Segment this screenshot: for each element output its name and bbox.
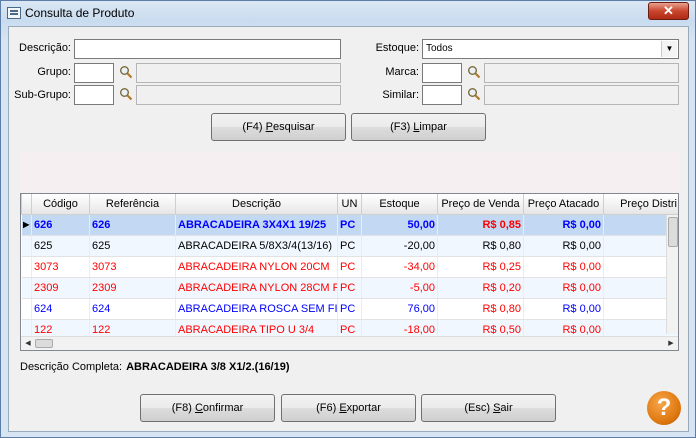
cell-preco-atacado: R$ 0,00 — [523, 298, 604, 320]
column-header-referencia[interactable]: Referência — [89, 194, 176, 215]
title-bar[interactable]: Consulta de Produto ✕ — [1, 1, 695, 25]
column-header-estoque[interactable]: Estoque — [361, 194, 438, 215]
cell-preco-atacado: R$ 0,00 — [523, 256, 604, 278]
cell-codigo: 626 — [31, 214, 90, 236]
scroll-right-icon[interactable]: ▶ — [665, 337, 677, 350]
estoque-select-value: Todos — [426, 43, 453, 54]
help-icon[interactable]: ? — [647, 391, 681, 425]
cell-estoque: -34,00 — [361, 256, 438, 278]
cell-referencia: 625 — [89, 235, 176, 257]
grupo-description-field — [136, 63, 341, 83]
cell-preco-atacado: R$ 0,00 — [523, 277, 604, 299]
cell-referencia: 2309 — [89, 277, 176, 299]
table-row[interactable]: 3073 3073 ABRACADEIRA NYLON 20CM PC -34,… — [21, 256, 678, 278]
row-indicator-icon: ▶ — [21, 214, 32, 236]
cell-un: PC — [337, 235, 362, 257]
cell-preco-atacado: R$ 0,00 — [523, 235, 604, 257]
cell-un: PC — [337, 214, 362, 236]
subgrupo-label: Sub-Grupo: — [14, 89, 71, 101]
cell-un: PC — [337, 256, 362, 278]
similar-description-field — [484, 85, 679, 105]
cell-un: PC — [337, 277, 362, 299]
descricao-input[interactable] — [74, 39, 341, 59]
column-header-preco-atacado[interactable]: Preço Atacado — [523, 194, 604, 215]
close-button[interactable]: ✕ — [648, 2, 689, 20]
window-title: Consulta de Produto — [25, 6, 135, 20]
vertical-scrollbar[interactable] — [666, 215, 678, 334]
product-grid[interactable]: Código Referência Descrição UN Estoque P… — [20, 193, 679, 351]
cell-estoque: -5,00 — [361, 277, 438, 299]
similar-code-input[interactable] — [422, 85, 462, 105]
cell-preco-venda: R$ 0,25 — [437, 256, 524, 278]
exportar-button[interactable]: (F6) Exportar — [281, 394, 416, 422]
cell-codigo: 625 — [31, 235, 90, 257]
cell-referencia: 3073 — [89, 256, 176, 278]
descricao-label: Descrição: — [19, 42, 71, 54]
estoque-label: Estoque: — [375, 42, 419, 54]
sair-button[interactable]: (Esc) Sair — [421, 394, 556, 422]
cell-codigo: 2309 — [31, 277, 90, 299]
column-header-preco-distri[interactable]: Preço Distri — [603, 194, 678, 215]
cell-preco-atacado: R$ 0,00 — [523, 214, 604, 236]
table-row[interactable]: 2309 2309 ABRACADEIRA NYLON 28CM PRETA P… — [21, 277, 678, 299]
scroll-left-icon[interactable]: ◀ — [22, 337, 34, 350]
column-header-codigo[interactable]: Código — [31, 194, 90, 215]
search-icon[interactable] — [119, 65, 133, 79]
search-icon[interactable] — [467, 87, 481, 101]
table-row[interactable]: 624 624 ABRACADEIRA ROSCA SEM FIM PC 76,… — [21, 298, 678, 320]
cell-preco-venda: R$ 0,80 — [437, 235, 524, 257]
subgrupo-code-input[interactable] — [74, 85, 114, 105]
cell-estoque: 76,00 — [361, 298, 438, 320]
column-header-un[interactable]: UN — [337, 194, 362, 215]
similar-label: Similar: — [382, 89, 419, 101]
consulta-produto-window: Consulta de Produto ✕ Descrição: Estoque… — [0, 0, 696, 438]
cell-estoque: 50,00 — [361, 214, 438, 236]
app-icon — [7, 7, 21, 19]
cell-referencia: 626 — [89, 214, 176, 236]
cell-preco-venda: R$ 0,85 — [437, 214, 524, 236]
row-indicator-header — [21, 194, 32, 215]
cell-estoque: -20,00 — [361, 235, 438, 257]
grid-header: Código Referência Descrição UN Estoque P… — [21, 194, 678, 215]
cell-descricao: ABRACADEIRA NYLON 28CM PRETA — [175, 277, 338, 299]
grupo-code-input[interactable] — [74, 63, 114, 83]
info-panel — [20, 152, 679, 193]
estoque-select[interactable]: Todos ▼ — [422, 39, 679, 59]
marca-code-input[interactable] — [422, 63, 462, 83]
horizontal-scrollbar[interactable]: ◀ ▶ — [21, 336, 678, 350]
vertical-scroll-thumb[interactable] — [668, 217, 678, 247]
table-row[interactable]: 625 625 ABRACADEIRA 5/8X3/4(13/16) PC -2… — [21, 235, 678, 257]
table-row[interactable]: ▶ 626 626 ABRACADEIRA 3X4X1 19/25 PC 50,… — [21, 214, 678, 236]
horizontal-scroll-thumb[interactable] — [35, 339, 53, 348]
descricao-completa: Descrição Completa: ABRACADEIRA 3/8 X1/2.… — [20, 361, 290, 373]
column-header-descricao[interactable]: Descrição — [175, 194, 338, 215]
confirmar-button[interactable]: (F8) Confirmar — [140, 394, 275, 422]
descricao-completa-value: ABRACADEIRA 3/8 X1/2.(16/19) — [126, 361, 290, 373]
limpar-button[interactable]: (F3) Limpar — [351, 113, 486, 141]
marca-label: Marca: — [385, 66, 419, 78]
client-area: Descrição: Estoque: Todos ▼ Grupo: Marca… — [8, 26, 689, 432]
cell-referencia: 624 — [89, 298, 176, 320]
cell-descricao: ABRACADEIRA NYLON 20CM — [175, 256, 338, 278]
cell-codigo: 3073 — [31, 256, 90, 278]
cell-un: PC — [337, 298, 362, 320]
cell-preco-venda: R$ 0,80 — [437, 298, 524, 320]
search-icon[interactable] — [119, 87, 133, 101]
search-icon[interactable] — [467, 65, 481, 79]
cell-descricao: ABRACADEIRA 3X4X1 19/25 — [175, 214, 338, 236]
cell-preco-venda: R$ 0,20 — [437, 277, 524, 299]
subgrupo-description-field — [136, 85, 341, 105]
cell-descricao: ABRACADEIRA 5/8X3/4(13/16) — [175, 235, 338, 257]
chevron-down-icon[interactable]: ▼ — [661, 41, 677, 57]
pesquisar-button[interactable]: (F4) Pesquisar — [211, 113, 346, 141]
cell-descricao: ABRACADEIRA ROSCA SEM FIM — [175, 298, 338, 320]
grupo-label: Grupo: — [37, 66, 71, 78]
cell-codigo: 624 — [31, 298, 90, 320]
descricao-completa-label: Descrição Completa: — [20, 361, 123, 373]
marca-description-field — [484, 63, 679, 83]
column-header-preco-venda[interactable]: Preço de Venda — [437, 194, 524, 215]
